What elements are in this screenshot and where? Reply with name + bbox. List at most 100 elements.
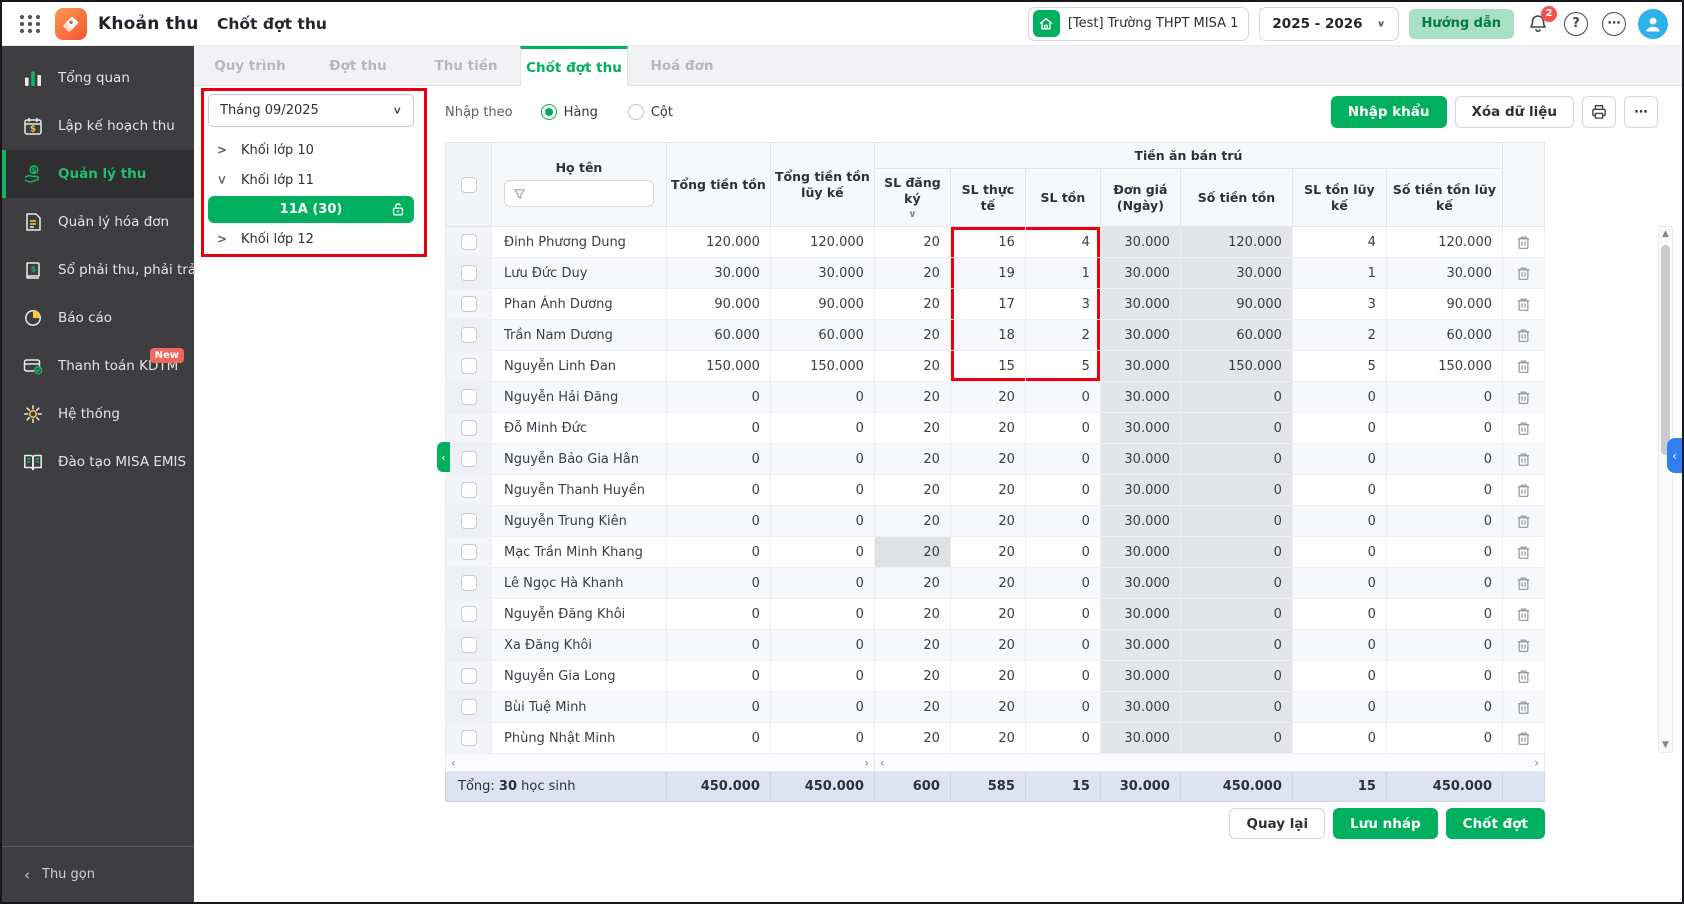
- sl-remain-cell[interactable]: 1: [1025, 258, 1100, 289]
- total-cell[interactable]: 0: [666, 599, 770, 630]
- trash-icon[interactable]: [1503, 606, 1544, 623]
- total-cell[interactable]: 150.000: [666, 351, 770, 382]
- home-icon[interactable]: [1033, 10, 1060, 37]
- col-header-amount-remain[interactable]: Số tiền tồn: [1180, 169, 1292, 227]
- sidebar-item-6[interactable]: Thanh toán KDTMNew: [2, 342, 194, 390]
- scroll-up-icon[interactable]: ▲: [1659, 227, 1672, 241]
- total-cum-cell[interactable]: 60.000: [770, 320, 874, 351]
- col-header-amount-remain-cum[interactable]: Số tiền tồn lũy kế: [1386, 169, 1502, 227]
- name-filter-input[interactable]: [504, 180, 654, 207]
- trash-icon[interactable]: [1503, 730, 1544, 747]
- unit-price-cell[interactable]: 30.000: [1100, 289, 1180, 320]
- right-pane-scrollbar[interactable]: ‹ ›: [875, 756, 1544, 770]
- row-checkbox[interactable]: [461, 668, 477, 684]
- sl-remain-cum-cell[interactable]: 5: [1292, 351, 1386, 382]
- app-launcher-icon[interactable]: [19, 13, 41, 35]
- sl-actual-cell[interactable]: 20: [950, 506, 1025, 537]
- tab-2[interactable]: Thu tiền: [412, 46, 520, 85]
- row-checkbox[interactable]: [461, 420, 477, 436]
- sl-remain-cell[interactable]: 0: [1025, 475, 1100, 506]
- more-options-button[interactable]: ⋯: [1600, 10, 1628, 38]
- sl-actual-cell[interactable]: 17: [950, 289, 1025, 320]
- col-header-sl-reg[interactable]: SL đăng ký ∨: [874, 169, 950, 227]
- unit-price-cell[interactable]: 30.000: [1100, 382, 1180, 413]
- trash-icon[interactable]: [1503, 265, 1544, 282]
- sl-remain-cum-cell[interactable]: 0: [1292, 630, 1386, 661]
- total-cum-cell[interactable]: 120.000: [770, 227, 874, 258]
- total-cell[interactable]: 0: [666, 444, 770, 475]
- total-cell[interactable]: 0: [666, 723, 770, 754]
- unit-price-cell[interactable]: 30.000: [1100, 475, 1180, 506]
- unit-price-cell[interactable]: 30.000: [1100, 227, 1180, 258]
- sl-reg-cell[interactable]: 20: [874, 258, 950, 289]
- tree-class-selected[interactable]: 11A (30): [208, 196, 414, 223]
- sl-remain-cum-cell[interactable]: 0: [1292, 568, 1386, 599]
- amount-remain-cum-cell[interactable]: 30.000: [1386, 258, 1502, 289]
- import-button[interactable]: Nhập khẩu: [1331, 96, 1447, 128]
- collapse-right-panel-handle[interactable]: ‹: [1667, 438, 1682, 473]
- total-cum-cell[interactable]: 0: [770, 692, 874, 723]
- app-logo-icon[interactable]: [55, 8, 87, 40]
- trash-icon[interactable]: [1503, 544, 1544, 561]
- sl-actual-cell[interactable]: 15: [950, 351, 1025, 382]
- trash-icon[interactable]: [1503, 389, 1544, 406]
- school-year-dropdown[interactable]: 2025 - 2026 ∨: [1259, 7, 1398, 41]
- amount-remain-cell[interactable]: 0: [1180, 692, 1292, 723]
- amount-remain-cum-cell[interactable]: 0: [1386, 599, 1502, 630]
- tree-group-0[interactable]: >Khối lớp 10: [208, 138, 414, 162]
- amount-remain-cell[interactable]: 60.000: [1180, 320, 1292, 351]
- total-cum-cell[interactable]: 0: [770, 537, 874, 568]
- chevron-collapsed-icon[interactable]: >: [217, 232, 227, 246]
- amount-remain-cum-cell[interactable]: 60.000: [1386, 320, 1502, 351]
- sl-actual-cell[interactable]: 20: [950, 599, 1025, 630]
- month-filter-dropdown[interactable]: Tháng 09/2025 ∨: [208, 94, 414, 127]
- scrollbar-thumb[interactable]: [1661, 245, 1670, 455]
- sl-reg-cell[interactable]: 20: [874, 692, 950, 723]
- sl-remain-cell[interactable]: 4: [1025, 227, 1100, 258]
- sl-reg-cell[interactable]: 20: [874, 289, 950, 320]
- sl-actual-cell[interactable]: 20: [950, 413, 1025, 444]
- radio-column-mode[interactable]: Cột: [628, 104, 673, 120]
- sl-remain-cum-cell[interactable]: 0: [1292, 382, 1386, 413]
- unit-price-cell[interactable]: 30.000: [1100, 351, 1180, 382]
- amount-remain-cell[interactable]: 0: [1180, 537, 1292, 568]
- unit-price-cell[interactable]: 30.000: [1100, 661, 1180, 692]
- tree-group-1[interactable]: >Khối lớp 11: [208, 168, 414, 192]
- total-cum-cell[interactable]: 0: [770, 506, 874, 537]
- col-header-sl-actual[interactable]: SL thực tế: [950, 169, 1025, 227]
- sl-remain-cell[interactable]: 0: [1025, 599, 1100, 630]
- total-cum-cell[interactable]: 150.000: [770, 351, 874, 382]
- sl-remain-cell[interactable]: 0: [1025, 537, 1100, 568]
- sidebar-item-8[interactable]: Đào tạo MISA EMIS: [2, 438, 194, 486]
- clear-data-button[interactable]: Xóa dữ liệu: [1455, 96, 1575, 128]
- select-all-checkbox[interactable]: [461, 177, 477, 193]
- unit-price-cell[interactable]: 30.000: [1100, 630, 1180, 661]
- amount-remain-cell[interactable]: 0: [1180, 506, 1292, 537]
- sl-reg-cell[interactable]: 20: [874, 506, 950, 537]
- row-checkbox[interactable]: [461, 699, 477, 715]
- trash-icon[interactable]: [1503, 327, 1544, 344]
- sl-remain-cum-cell[interactable]: 0: [1292, 444, 1386, 475]
- row-checkbox[interactable]: [461, 637, 477, 653]
- sl-reg-cell[interactable]: 20: [874, 723, 950, 754]
- sidebar-item-2[interactable]: $Quản lý thu: [2, 150, 194, 198]
- row-checkbox[interactable]: [461, 730, 477, 746]
- tree-group-2[interactable]: >Khối lớp 12: [208, 227, 414, 251]
- sl-actual-cell[interactable]: 16: [950, 227, 1025, 258]
- amount-remain-cum-cell[interactable]: 150.000: [1386, 351, 1502, 382]
- col-header-total-cum[interactable]: Tổng tiền tồn lũy kế: [770, 143, 874, 227]
- total-cell[interactable]: 0: [666, 568, 770, 599]
- sl-remain-cum-cell[interactable]: 4: [1292, 227, 1386, 258]
- sl-actual-cell[interactable]: 20: [950, 475, 1025, 506]
- amount-remain-cum-cell[interactable]: 0: [1386, 475, 1502, 506]
- user-avatar[interactable]: [1638, 9, 1668, 39]
- sl-actual-cell[interactable]: 20: [950, 692, 1025, 723]
- total-cum-cell[interactable]: 0: [770, 723, 874, 754]
- total-cum-cell[interactable]: 0: [770, 630, 874, 661]
- row-checkbox[interactable]: [461, 234, 477, 250]
- row-checkbox[interactable]: [461, 482, 477, 498]
- amount-remain-cell[interactable]: 0: [1180, 723, 1292, 754]
- amount-remain-cell[interactable]: 0: [1180, 599, 1292, 630]
- sl-remain-cum-cell[interactable]: 1: [1292, 258, 1386, 289]
- amount-remain-cell[interactable]: 30.000: [1180, 258, 1292, 289]
